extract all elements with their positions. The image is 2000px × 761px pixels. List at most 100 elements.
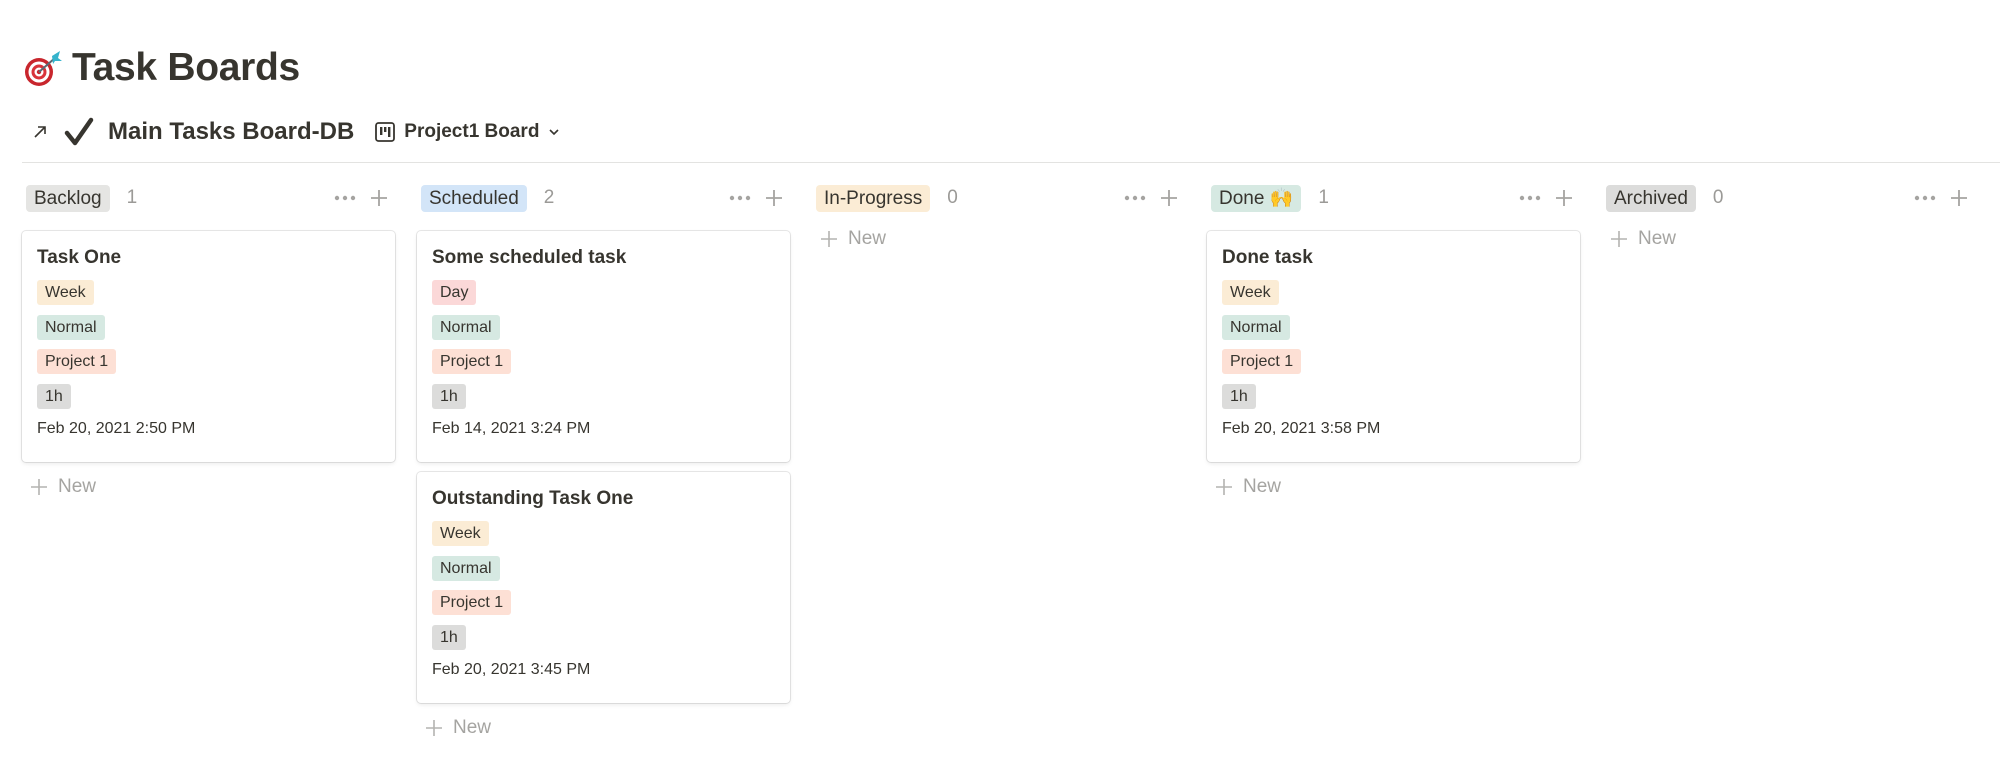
property-tag: Project 1 (37, 349, 117, 374)
new-card-button[interactable]: New (30, 472, 395, 502)
property-tag: 1h (1222, 383, 1256, 409)
column-cards: Done task Week Normal Project 1 1h Feb 20, 20… (1207, 231, 1580, 462)
board-view-icon (374, 121, 396, 143)
column-count: 1 (1318, 187, 1329, 208)
board-column-scheduled: Scheduled 2 Some scheduled task Day Normal… (417, 182, 790, 743)
view-switcher[interactable]: Project1 Board (374, 121, 561, 143)
tag-row: Normal (1222, 314, 1565, 350)
board: Backlog 1 Task One Week Normal Project 1 1h F… (22, 182, 1997, 743)
more-options-icon[interactable] (1518, 186, 1542, 210)
new-card-button[interactable]: New (425, 713, 790, 743)
tag-row: Project 1 (432, 349, 775, 384)
property-tag: 1h (432, 624, 466, 650)
column-cards: Some scheduled task Day Normal Project 1 1h F… (417, 231, 790, 703)
tag-row: 1h (37, 383, 380, 419)
card-date: Feb 20, 2021 2:50 PM (37, 420, 196, 437)
property-tag: Normal (37, 314, 105, 340)
add-card-icon[interactable] (1157, 186, 1181, 210)
more-options-icon[interactable] (333, 186, 357, 210)
tag-row: Week (432, 521, 775, 556)
task-card[interactable]: Done task Week Normal Project 1 1h Feb 20, 20… (1207, 231, 1580, 462)
card-title: Task One (37, 247, 122, 268)
tag-row: Project 1 (37, 349, 380, 384)
property-tag: 1h (432, 383, 466, 409)
new-card-label: New (848, 228, 887, 249)
plus-icon (820, 230, 838, 248)
plus-icon (425, 719, 443, 737)
card-date: Feb 14, 2021 3:24 PM (432, 420, 591, 437)
tag-row: Project 1 (1222, 349, 1565, 384)
more-options-icon[interactable] (728, 186, 752, 210)
plus-icon (1215, 478, 1233, 496)
column-cards: Task One Week Normal Project 1 1h Feb 20, 202… (22, 231, 395, 462)
database-header: Main Tasks Board-DB Project1 Board (22, 114, 561, 150)
property-tag: 1h (37, 383, 71, 409)
new-card-label: New (58, 476, 97, 497)
add-card-icon[interactable] (762, 186, 786, 210)
more-options-icon[interactable] (1913, 186, 1937, 210)
header-divider (22, 162, 2000, 163)
card-title: Some scheduled task (432, 247, 627, 268)
page-title-text: Task Boards (72, 46, 300, 89)
tag-row: Week (1222, 280, 1565, 315)
card-date: Feb 20, 2021 3:45 PM (432, 661, 591, 678)
task-card[interactable]: Task One Week Normal Project 1 1h Feb 20, 202… (22, 231, 395, 462)
add-card-icon[interactable] (367, 186, 391, 210)
column-count: 1 (126, 187, 138, 208)
check-mark-icon (62, 115, 96, 149)
property-tag: Normal (432, 314, 500, 340)
card-title: Outstanding Task One (432, 488, 634, 509)
database-title[interactable]: Main Tasks Board-DB (108, 118, 354, 146)
column-status-pill[interactable]: Archived (1606, 184, 1696, 212)
new-card-label: New (1638, 228, 1677, 249)
property-tag: Project 1 (1222, 349, 1302, 374)
column-status-pill[interactable]: In-Progress (816, 184, 931, 212)
new-card-label: New (1243, 476, 1282, 497)
property-tag: Week (1222, 280, 1279, 305)
board-column-backlog: Backlog 1 Task One Week Normal Project 1 1h F… (22, 182, 395, 743)
property-tag: Project 1 (432, 349, 512, 374)
plus-icon (1610, 230, 1628, 248)
column-count: 2 (543, 187, 555, 208)
target-dart-icon (22, 47, 64, 89)
task-card[interactable]: Some scheduled task Day Normal Project 1 1h F… (417, 231, 790, 462)
new-card-label: New (453, 717, 492, 738)
column-header: Backlog 1 (26, 182, 395, 214)
tag-row: Day (432, 280, 775, 315)
column-count: 0 (1712, 187, 1724, 208)
tag-row: 1h (432, 383, 775, 419)
new-card-button[interactable]: New (1215, 472, 1580, 502)
column-status-pill[interactable]: Done 🙌 (1211, 184, 1302, 212)
column-count: 0 (947, 187, 958, 208)
property-tag: Week (432, 521, 489, 546)
add-card-icon[interactable] (1552, 186, 1576, 210)
page-title: Task Boards (22, 42, 300, 94)
view-label: Project1 Board (404, 121, 540, 142)
board-column-done: Done 🙌 1 Done task Week Normal Project 1 1h F… (1207, 182, 1580, 743)
add-card-icon[interactable] (1947, 186, 1971, 210)
tag-row: Normal (432, 555, 775, 591)
card-date: Feb 20, 2021 3:58 PM (1222, 420, 1381, 437)
task-card[interactable]: Outstanding Task One Week Normal Project 1 1… (417, 472, 790, 703)
property-tag: Week (37, 280, 94, 305)
more-options-icon[interactable] (1123, 186, 1147, 210)
property-tag: Project 1 (432, 590, 512, 615)
property-tag: Normal (1222, 314, 1290, 340)
new-card-button[interactable]: New (820, 224, 1185, 254)
arrow-up-right-icon[interactable] (28, 120, 52, 144)
tag-row: Project 1 (432, 590, 775, 625)
property-tag: Day (432, 280, 477, 305)
board-column-archived: Archived 0 New (1602, 182, 1975, 743)
column-header: Archived 0 (1606, 182, 1975, 214)
column-status-pill[interactable]: Backlog (26, 184, 110, 212)
tag-row: 1h (432, 624, 775, 660)
column-status-pill[interactable]: Scheduled (421, 184, 527, 212)
plus-icon (30, 478, 48, 496)
column-header: In-Progress 0 (816, 182, 1185, 214)
column-header: Scheduled 2 (421, 182, 790, 214)
new-card-button[interactable]: New (1610, 224, 1975, 254)
property-tag: Normal (432, 555, 500, 581)
chevron-down-icon (547, 125, 561, 139)
tag-row: Normal (432, 314, 775, 350)
board-column-in-progress: In-Progress 0 New (812, 182, 1185, 743)
